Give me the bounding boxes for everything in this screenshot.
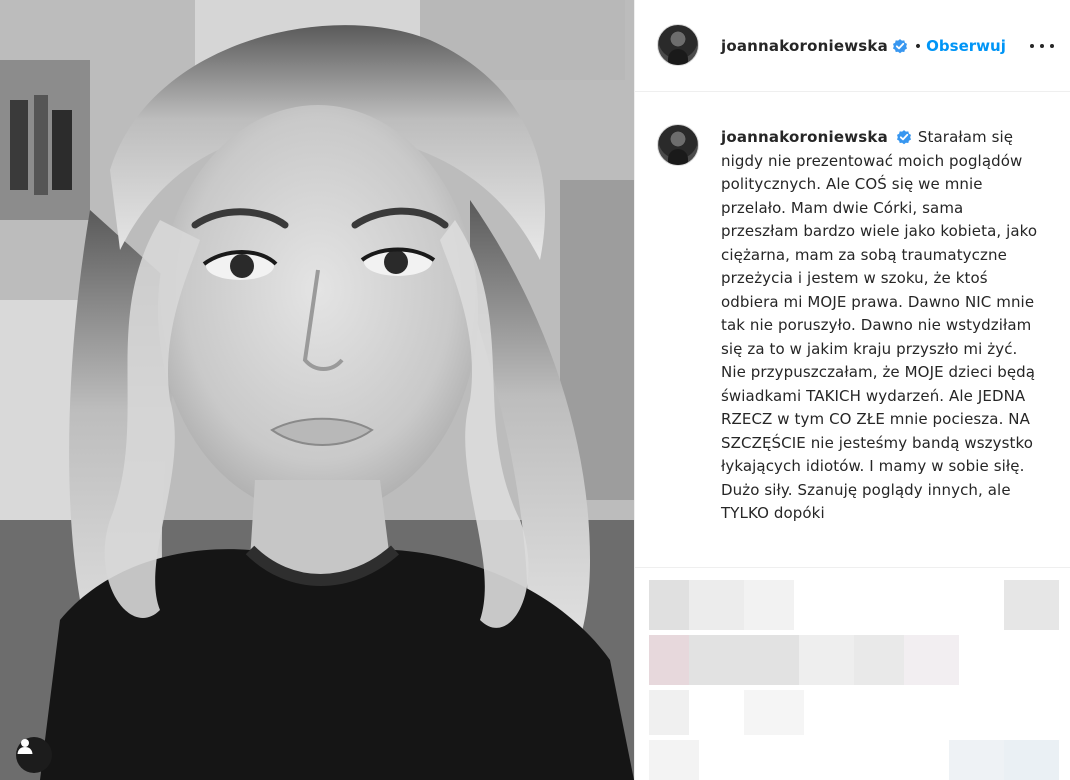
verified-badge-icon xyxy=(892,39,907,54)
caption-section: joannakoroniewska Starałam się nigdy nie… xyxy=(635,92,1070,568)
header-user-row: joannakoroniewska • Obserwuj xyxy=(721,36,1006,55)
post-photo[interactable] xyxy=(0,0,634,780)
verified-badge-icon xyxy=(896,130,911,145)
caption-body: Starałam się nigdy nie prezentować moich… xyxy=(721,128,1043,522)
author-username[interactable]: joannakoroniewska xyxy=(721,37,888,55)
separator-dot: • xyxy=(913,39,923,55)
follow-button[interactable]: Obserwuj xyxy=(926,37,1006,55)
post-header: joannakoroniewska • Obserwuj xyxy=(635,0,1070,92)
user-tag-button[interactable] xyxy=(16,737,52,773)
author-avatar[interactable] xyxy=(657,24,699,66)
post-sidebar: joannakoroniewska • Obserwuj joannakoroni… xyxy=(634,0,1070,780)
caption: joannakoroniewska Starałam się nigdy nie… xyxy=(721,126,1041,526)
user-tag-icon xyxy=(17,739,33,754)
more-options-icon[interactable] xyxy=(1030,36,1054,56)
blurred-comments xyxy=(649,580,1059,780)
caption-username[interactable]: joannakoroniewska xyxy=(721,128,888,146)
selfie-image xyxy=(0,0,634,780)
caption-author-avatar[interactable] xyxy=(657,124,699,166)
